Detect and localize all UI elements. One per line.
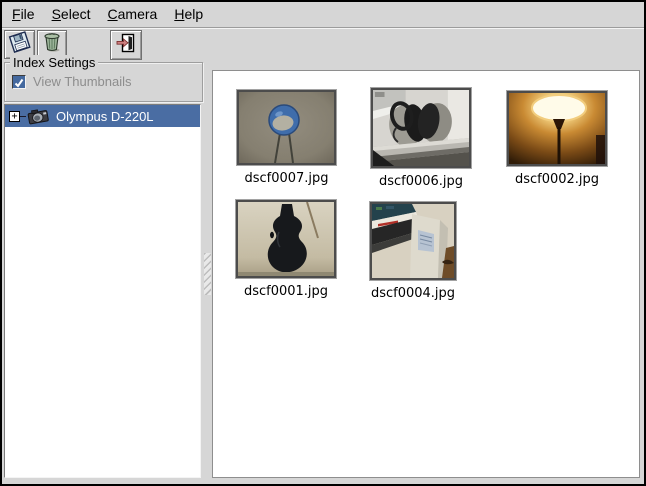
index-settings-frame: Index Settings View Thumbnails xyxy=(4,62,203,102)
thumbnail-filename: dscf0007.jpg xyxy=(244,171,328,186)
thumbnail-dscf0006[interactable]: dscf0006.jpg xyxy=(371,88,471,168)
thumbnail-browser: dscf0007.jpg xyxy=(212,70,640,478)
checkbox-label: View Thumbnails xyxy=(33,74,132,89)
thumbnail-filename: dscf0002.jpg xyxy=(515,172,599,187)
photo-headphones xyxy=(371,88,471,168)
tree-item-olympus[interactable]: + Olympus D-220L xyxy=(5,105,200,127)
thumbnail-dscf0002[interactable]: dscf0002.jpg xyxy=(507,91,607,166)
thumbnail-dscf0001[interactable]: dscf0001.jpg xyxy=(236,200,336,278)
thumbnail-dscf0007[interactable]: dscf0007.jpg xyxy=(237,90,336,165)
photo-printer-desk xyxy=(370,202,456,280)
photo-lamp xyxy=(507,91,607,166)
expander-toggle[interactable]: + xyxy=(9,111,20,122)
app-window: File Select Camera Help xyxy=(0,0,646,486)
menu-bar: File Select Camera Help xyxy=(2,2,644,26)
view-thumbnails-checkbox[interactable]: View Thumbnails xyxy=(12,74,132,89)
camera-tree: + Olympus D-220L xyxy=(4,104,201,478)
thumbnail-filename: dscf0006.jpg xyxy=(379,174,463,189)
menu-item-select[interactable]: Select xyxy=(51,4,92,24)
menu-item-help[interactable]: Help xyxy=(173,4,204,24)
thumbnail-filename: dscf0001.jpg xyxy=(244,284,328,299)
tree-item-label: Olympus D-220L xyxy=(56,109,154,124)
menu-item-file[interactable]: File xyxy=(11,4,36,24)
exit-door-icon xyxy=(114,31,138,60)
thumbnail-dscf0004[interactable]: dscf0004.jpg xyxy=(370,202,456,280)
checkbox-indicator[interactable] xyxy=(12,75,26,89)
thumbnail-filename: dscf0004.jpg xyxy=(371,286,455,301)
photo-blue-component xyxy=(237,90,336,165)
pane-splitter[interactable] xyxy=(203,64,212,478)
frame-title: Index Settings xyxy=(10,55,98,70)
menu-item-camera[interactable]: Camera xyxy=(107,4,159,24)
exit-button[interactable] xyxy=(110,30,142,60)
menubar-separator xyxy=(2,27,644,29)
photo-guitar-case xyxy=(236,200,336,278)
camera-icon xyxy=(26,107,51,125)
splitter-grip[interactable] xyxy=(204,253,211,295)
